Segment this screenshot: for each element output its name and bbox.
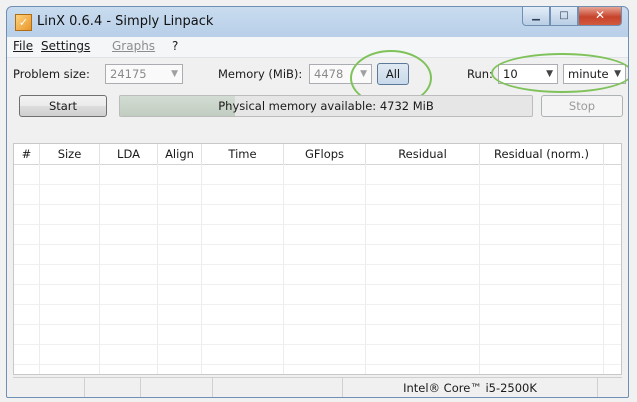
memory-value: 4478 [314, 67, 344, 81]
column-header[interactable]: Residual [366, 144, 480, 164]
status-cell [213, 378, 343, 397]
chevron-down-icon: ▼ [171, 69, 178, 79]
table-header: # Size LDA Align Time GFlops Residual Residual … [14, 144, 621, 165]
window-title: LinX 0.6.4 - Simply Linpack [37, 14, 214, 29]
row-divider [14, 244, 621, 245]
app-logo-icon: ✓ [15, 14, 32, 31]
results-table[interactable]: # Size LDA Align Time GFlops Residual Residual … [13, 143, 622, 375]
cpu-info: Intel® Core™ i5-2500K [343, 378, 598, 397]
stop-button[interactable]: Stop [541, 95, 623, 117]
all-memory-button[interactable]: All [377, 63, 409, 85]
column-divider [479, 164, 480, 374]
problem-size-combo[interactable]: 24175 ▼ [105, 64, 183, 84]
run-unit-combo[interactable]: minute ▼ [563, 64, 626, 84]
menu-bar: File Settings Graphs ? [7, 37, 628, 58]
maximize-button[interactable]: □ [550, 7, 578, 26]
run-label: Run: [467, 67, 493, 81]
chevron-down-icon: ▼ [546, 69, 553, 79]
window-controls: ▁ □ ✕ [522, 7, 622, 27]
status-cell [141, 378, 213, 397]
column-header[interactable]: Size [40, 144, 100, 164]
memory-label: Memory (MiB): [218, 67, 303, 81]
column-header[interactable]: Residual (norm.) [480, 144, 604, 164]
run-unit-value: minute [568, 67, 609, 81]
row-divider [14, 364, 621, 365]
row-divider [14, 224, 621, 225]
row-divider [14, 344, 621, 345]
column-divider [603, 164, 604, 374]
column-divider [99, 164, 100, 374]
menu-settings[interactable]: Settings [41, 39, 90, 53]
menu-graphs[interactable]: Graphs [112, 39, 155, 53]
column-divider [157, 164, 158, 374]
status-cell [85, 378, 141, 397]
title-bar[interactable]: ✓ LinX 0.6.4 - Simply Linpack ▁ □ ✕ [7, 7, 628, 37]
row-divider [14, 284, 621, 285]
column-header[interactable]: Time [202, 144, 284, 164]
menu-help[interactable]: ? [172, 39, 178, 53]
problem-size-label: Problem size: [13, 67, 90, 81]
column-header[interactable]: GFlops [284, 144, 366, 164]
problem-size-value: 24175 [110, 67, 147, 81]
row-divider [14, 204, 621, 205]
column-header[interactable]: LDA [100, 144, 158, 164]
row-divider [14, 264, 621, 265]
column-divider [201, 164, 202, 374]
row-divider [14, 304, 621, 305]
column-divider [365, 164, 366, 374]
minimize-button[interactable]: ▁ [522, 7, 550, 26]
chevron-down-icon: ▼ [614, 69, 621, 79]
memory-status-text: Physical memory available: 4732 MiB [218, 99, 434, 113]
column-header[interactable]: Align [158, 144, 202, 164]
run-count-value: 10 [503, 67, 518, 81]
chevron-down-icon: ▼ [360, 69, 367, 79]
column-divider [283, 164, 284, 374]
app-window: ✓ LinX 0.6.4 - Simply Linpack ▁ □ ✕ File… [6, 6, 629, 398]
memory-progress-bar: Physical memory available: 4732 MiB [119, 95, 533, 117]
resize-grip[interactable] [598, 378, 622, 397]
run-count-combo[interactable]: 10 ▼ [498, 64, 558, 84]
memory-combo[interactable]: 4478 ▼ [309, 64, 372, 84]
menu-file[interactable]: File [13, 39, 33, 53]
status-cell [13, 378, 85, 397]
column-header[interactable]: # [14, 144, 40, 164]
status-bar: Intel® Core™ i5-2500K [13, 377, 622, 397]
close-button[interactable]: ✕ [578, 7, 622, 26]
column-divider [39, 164, 40, 374]
row-divider [14, 324, 621, 325]
row-divider [14, 184, 621, 185]
start-button[interactable]: Start [19, 95, 107, 117]
